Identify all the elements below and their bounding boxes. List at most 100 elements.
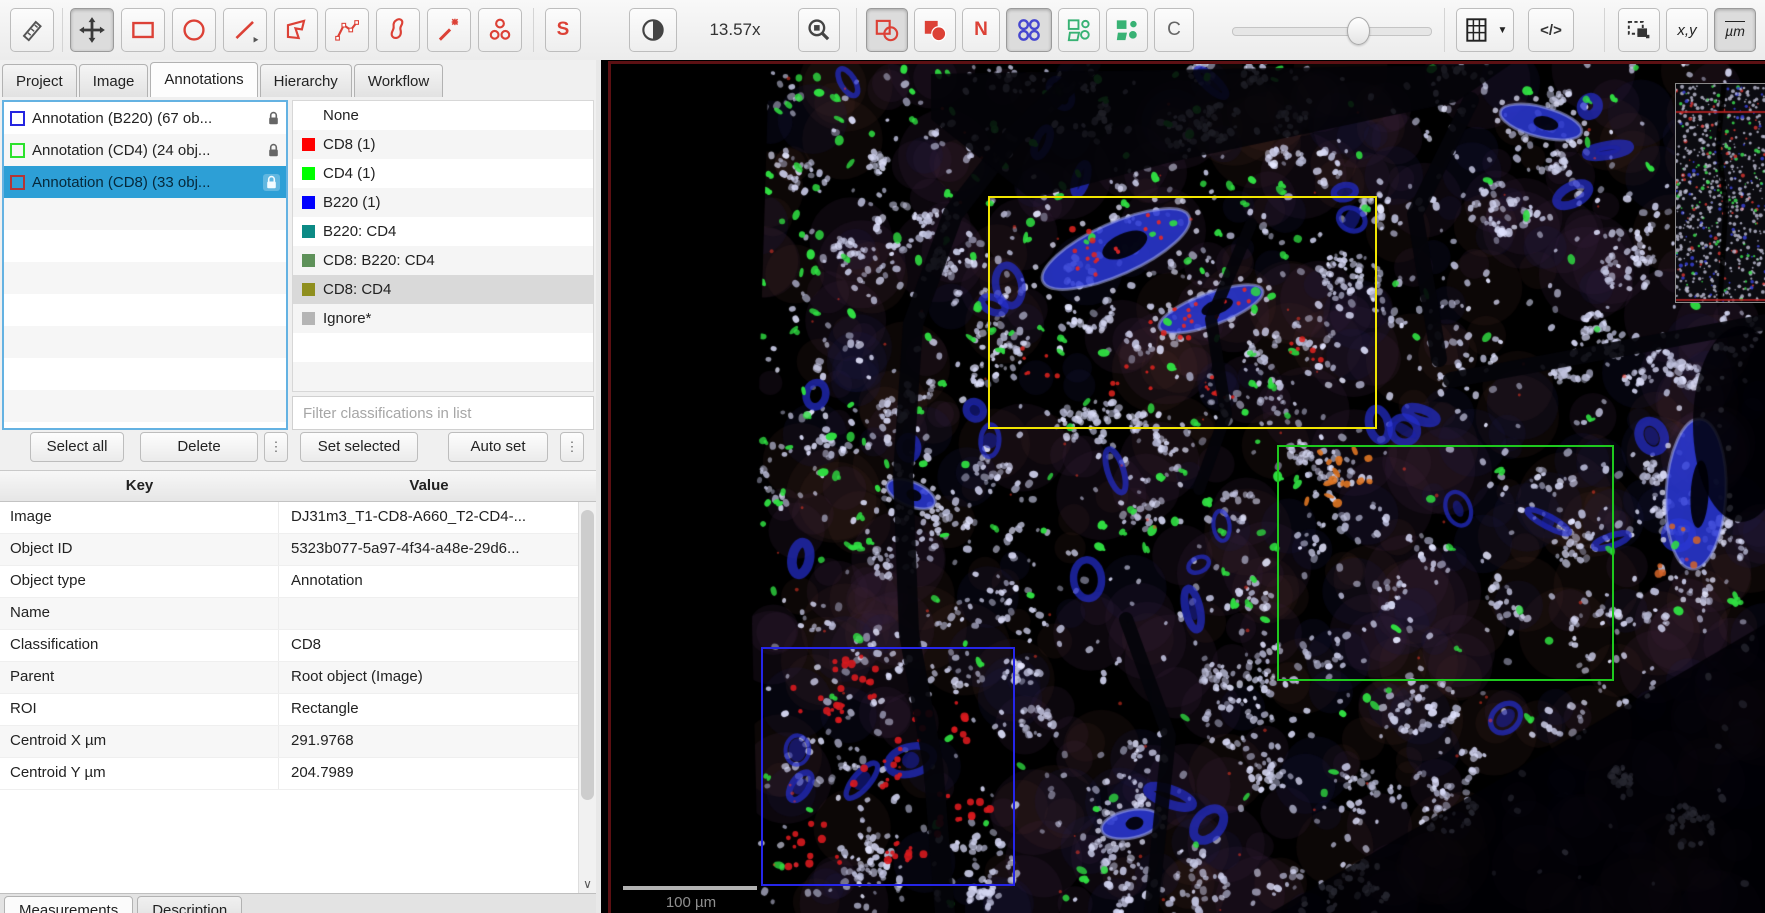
roi-cd8-selected[interactable] — [988, 196, 1377, 429]
toolbar-separator — [1444, 8, 1445, 52]
scale-bar-label: 100 µm — [665, 894, 717, 911]
set-selected-button[interactable]: Set selected — [300, 432, 418, 462]
overview-thumbnail[interactable] — [1675, 83, 1765, 303]
properties-header: Key Value — [0, 470, 596, 502]
classification-filter — [292, 396, 594, 430]
show-connections-icon[interactable]: C — [1154, 8, 1194, 52]
image-top-border — [608, 61, 1765, 64]
classification-item[interactable]: CD4 (1) — [293, 159, 593, 188]
classification-more-button[interactable]: ⋮ — [560, 432, 584, 462]
scroll-down-icon[interactable]: ∨ — [579, 877, 596, 891]
bottom-tabbar: Measurements Description — [0, 893, 600, 913]
scrollbar-thumb[interactable] — [581, 510, 594, 800]
roi-b220[interactable] — [761, 647, 1015, 886]
script-editor-icon[interactable]: </> — [1528, 8, 1574, 52]
tab-measurements[interactable]: Measurements — [4, 896, 134, 913]
property-key: Classification — [0, 630, 279, 661]
polygon-tool-icon[interactable] — [274, 8, 318, 52]
show-annotations-icon[interactable] — [866, 8, 908, 52]
property-value: DJ31m3_T1-CD8-A660_T2-CD4-... — [291, 508, 527, 525]
brush-tool-icon[interactable] — [376, 8, 420, 52]
auto-set-button[interactable]: Auto set — [448, 432, 548, 462]
left-tabbar: Project Image Annotations Hierarchy Workflow — [2, 62, 445, 100]
property-row: Parent Root object (Image) — [0, 662, 578, 694]
zoom-to-fit-icon[interactable] — [798, 8, 840, 52]
tab-image[interactable]: Image — [78, 64, 149, 97]
s-annotation-icon[interactable]: S — [545, 8, 581, 52]
annotation-list[interactable]: Annotation (B220) (67 ob... Annotation (C… — [2, 100, 288, 430]
property-key: ROI — [0, 694, 279, 725]
image-left-border — [608, 61, 611, 913]
tab-description[interactable]: Description — [137, 896, 243, 913]
ellipse-tool-icon[interactable] — [172, 8, 216, 52]
line-tool-icon[interactable] — [223, 8, 267, 52]
annotation-item-label: Annotation (CD8) (33 obj... — [32, 173, 211, 191]
property-value: 291.9768 — [291, 732, 354, 749]
show-detections-icon[interactable] — [1006, 8, 1052, 52]
tab-project[interactable]: Project — [2, 64, 77, 97]
property-key: Parent — [0, 662, 279, 693]
move-tool-icon[interactable] — [70, 8, 114, 52]
property-value: Rectangle — [291, 700, 359, 717]
classification-item[interactable]: CD8 (1) — [293, 130, 593, 159]
wand-tool-icon[interactable] — [427, 8, 471, 52]
annotation-item[interactable]: Annotation (CD4) (24 obj... — [4, 134, 286, 166]
classification-item[interactable]: B220 (1) — [293, 188, 593, 217]
class-color-swatch — [302, 225, 315, 238]
annotation-item[interactable]: Annotation (CD8) (33 obj... — [4, 166, 286, 198]
classification-item[interactable]: None — [293, 101, 593, 130]
toolbar-separator — [533, 8, 534, 52]
selection-mode-icon[interactable] — [1618, 8, 1660, 52]
lock-icon — [267, 143, 280, 158]
points-tool-icon[interactable] — [478, 8, 522, 52]
classification-list[interactable]: None CD8 (1) CD4 (1) B220 (1) B220: CD4 CD8: … — [292, 100, 594, 392]
fill-annotations-icon[interactable] — [914, 8, 956, 52]
property-row: Centroid Y µm 204.7989 — [0, 758, 578, 790]
annotation-item-label: Annotation (B220) (67 ob... — [32, 109, 213, 127]
class-color-swatch — [302, 254, 315, 267]
classification-item-label: CD8: CD4 — [323, 281, 392, 298]
opacity-slider[interactable] — [1232, 17, 1432, 45]
classification-item[interactable]: Ignore* — [293, 304, 593, 333]
classification-filter-input[interactable] — [292, 396, 594, 430]
tab-workflow[interactable]: Workflow — [353, 64, 444, 97]
show-detection-shapes-icon[interactable] — [1058, 8, 1100, 52]
tab-annotations[interactable]: Annotations — [150, 62, 258, 97]
polyline-tool-icon[interactable] — [325, 8, 369, 52]
property-value: Annotation — [291, 572, 363, 589]
property-value — [279, 598, 578, 629]
annotation-color-swatch — [10, 110, 25, 126]
classification-item-label: CD8 (1) — [323, 136, 376, 153]
cursor-location-icon[interactable]: x,y — [1666, 8, 1708, 52]
class-color-swatch — [302, 312, 315, 325]
property-value: CD8 — [291, 636, 322, 653]
classification-item[interactable]: CD8: CD4 — [293, 275, 593, 304]
property-row: Object type Annotation — [0, 566, 578, 598]
lock-icon — [263, 173, 280, 191]
ruler-icon[interactable] — [10, 8, 54, 52]
classification-item-label: CD8: B220: CD4 — [323, 252, 435, 269]
left-panel: Project Image Annotations Hierarchy Workflow… — [0, 60, 600, 913]
annotation-item[interactable]: Annotation (B220) (67 ob... — [4, 102, 286, 134]
classification-item-label: Ignore* — [323, 310, 372, 327]
roi-cd4[interactable] — [1277, 445, 1614, 681]
show-names-icon[interactable]: N — [962, 8, 1000, 52]
properties-scrollbar[interactable]: ∨ — [578, 502, 596, 893]
measurement-table-icon[interactable]: ▼ — [1456, 8, 1514, 52]
image-viewer[interactable]: 100 µm — [601, 60, 1765, 913]
annotation-more-button[interactable]: ⋮ — [264, 432, 288, 462]
contrast-icon[interactable] — [629, 8, 677, 52]
property-key: Object type — [0, 566, 279, 597]
class-color-swatch — [302, 283, 315, 296]
tab-hierarchy[interactable]: Hierarchy — [259, 64, 352, 97]
property-key: Object ID — [0, 534, 279, 565]
delete-button[interactable]: Delete — [140, 432, 258, 462]
classification-item[interactable]: CD8: B220: CD4 — [293, 246, 593, 275]
fill-detections-icon[interactable] — [1106, 8, 1148, 52]
scalebar-toggle-icon[interactable]: µm — [1714, 8, 1756, 52]
classification-item[interactable]: B220: CD4 — [293, 217, 593, 246]
opacity-slider-thumb[interactable] — [1347, 17, 1370, 45]
rectangle-tool-icon[interactable] — [121, 8, 165, 52]
select-all-button[interactable]: Select all — [30, 432, 124, 462]
class-color-swatch — [302, 138, 315, 151]
